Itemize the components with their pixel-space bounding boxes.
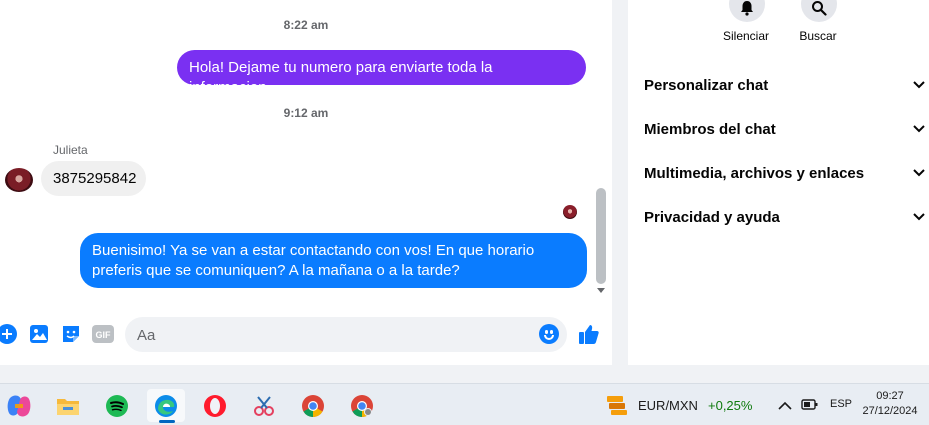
language-indicator[interactable]: ESP: [830, 398, 852, 410]
stock-ticker-icon[interactable]: [605, 394, 629, 416]
section-chat-members[interactable]: Miembros del chat: [644, 114, 926, 144]
scroll-down-arrow[interactable]: [597, 288, 605, 293]
ticker-pair[interactable]: EUR/MXN: [638, 398, 698, 413]
opera-icon[interactable]: [196, 389, 234, 422]
message-line: preferis que se comuniquen? A la mañana …: [92, 262, 460, 279]
outgoing-message[interactable]: Buenisimo! Ya se van a estar contactando…: [80, 233, 587, 288]
search-icon: [812, 1, 827, 16]
snipping-tool-icon[interactable]: [245, 389, 283, 422]
timestamp: 9:12 am: [283, 106, 329, 120]
outgoing-message[interactable]: Hola! Dejame tu numero para enviarte tod…: [177, 50, 586, 96]
chevron-up-icon[interactable]: [778, 398, 792, 416]
mute-label: Silenciar: [722, 29, 770, 43]
sticker-icon[interactable]: [60, 323, 82, 345]
gif-icon[interactable]: GIF: [92, 323, 114, 345]
section-label: Miembros del chat: [644, 120, 776, 138]
plus-circle-icon[interactable]: [0, 323, 18, 345]
chevron-down-icon: [912, 166, 926, 180]
section-label: Multimedia, archivos y enlaces: [644, 164, 865, 182]
chevron-down-icon: [912, 210, 926, 224]
clock-date: 27/12/2024: [862, 405, 918, 417]
search-label: Buscar: [799, 29, 837, 43]
thumbs-up-icon[interactable]: [578, 323, 600, 345]
copilot-icon[interactable]: [0, 389, 38, 422]
scrollbar-thumb[interactable]: [596, 188, 606, 284]
read-receipt-avatar: [563, 205, 577, 219]
message-line: Buenisimo! Ya se van a estar contactando…: [92, 242, 535, 259]
network-battery-icon[interactable]: [801, 397, 819, 416]
sender-name: Julieta: [53, 143, 88, 157]
windows-taskbar: EUR/MXN +0,25% ESP 09:27 27/12/2024: [0, 383, 929, 425]
section-label: Personalizar chat: [644, 76, 769, 94]
chrome-icon[interactable]: [294, 389, 332, 422]
conversation-pane: 8:22 am Hola! Dejame tu numero para envi…: [0, 0, 612, 365]
incoming-message[interactable]: 3875295842: [41, 161, 146, 196]
section-media-files-links[interactable]: Multimedia, archivos y enlaces: [644, 158, 926, 188]
ticker-change: +0,25%: [708, 398, 753, 413]
gif-label: GIF: [96, 330, 112, 340]
section-privacy-help[interactable]: Privacidad y ayuda: [644, 202, 926, 232]
emoji-icon[interactable]: [539, 324, 559, 344]
chevron-down-icon: [912, 122, 926, 136]
mute-button[interactable]: [729, 0, 765, 22]
file-explorer-icon[interactable]: [49, 389, 87, 422]
section-label: Privacidad y ayuda: [644, 208, 780, 226]
conversation-info-panel: Silenciar Buscar Personalizar chat Miemb…: [628, 0, 929, 365]
message-input[interactable]: Aa: [125, 317, 567, 352]
bell-icon: [741, 1, 753, 16]
timestamp: 8:22 am: [283, 18, 329, 32]
photo-icon[interactable]: [28, 323, 50, 345]
spotify-icon[interactable]: [98, 389, 136, 422]
contact-avatar[interactable]: [5, 168, 33, 192]
section-personalize-chat[interactable]: Personalizar chat: [644, 70, 926, 100]
message-input-placeholder: Aa: [137, 327, 156, 344]
chrome-profile-icon[interactable]: [343, 389, 381, 422]
search-button[interactable]: [801, 0, 837, 22]
chevron-down-icon: [912, 78, 926, 92]
clock-time: 09:27: [876, 390, 904, 402]
edge-icon[interactable]: [147, 389, 185, 423]
system-clock[interactable]: 09:27 27/12/2024: [852, 389, 928, 419]
